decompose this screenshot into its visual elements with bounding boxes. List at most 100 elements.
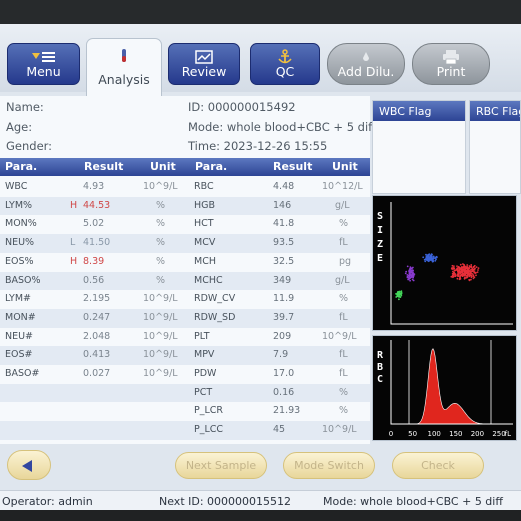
param-result-right: 17.0 [273, 368, 295, 379]
back-button[interactable] [7, 450, 51, 480]
scatter-point [475, 266, 478, 268]
param-unit: % [156, 237, 166, 249]
menu-button[interactable]: Menu [7, 43, 80, 85]
param-name: BASO% [5, 274, 41, 286]
scatter-point [456, 267, 459, 270]
param-unit-right: % [339, 405, 349, 417]
scatter-point [464, 270, 467, 273]
print-button[interactable]: Print [412, 43, 490, 85]
scatter-point [477, 267, 480, 269]
add-dilu-label: Add Dilu. [337, 64, 395, 79]
param-name-right: MPV [194, 349, 215, 361]
param-result-right: 0.16 [273, 386, 295, 398]
param-result-right: 32.5 [273, 255, 295, 267]
scatter-point [456, 269, 458, 271]
wbc-flag-header: WBC Flag [373, 101, 465, 121]
scatter-point [453, 265, 455, 267]
param-name: LYM% [5, 199, 33, 211]
table-row: EOS# 0.413 10^9/L MPV 7.9 fL [0, 346, 370, 365]
abnormal-flag: L [70, 237, 76, 249]
histogram-curve [391, 348, 501, 425]
param-unit-right: 10^9/L [322, 424, 357, 436]
rbc-flag-header: RBC Flag [470, 101, 520, 121]
scatter-point [451, 274, 454, 277]
scatter-point [422, 256, 425, 259]
scatter-point [471, 267, 474, 270]
param-result-right: 4.48 [273, 181, 295, 192]
scatter-point [411, 272, 414, 275]
param-result-right: 11.9 [273, 293, 295, 305]
param-name: MON# [5, 311, 36, 323]
status-bar: Operator: admin Next ID: 000000015512 Mo… [0, 490, 521, 512]
scatter-point [411, 267, 413, 270]
scatter-point [451, 264, 454, 267]
scatter-point [458, 269, 460, 272]
table-row: P_LCR 21.93% [0, 402, 370, 421]
scatter-point [466, 264, 469, 266]
scatter-point [409, 270, 411, 273]
device-bezel-top [0, 0, 521, 24]
menu-icon [8, 49, 79, 65]
scatter-point [463, 266, 466, 268]
scatter-point [463, 277, 466, 280]
print-label: Print [436, 64, 466, 79]
param-unit: 10^9/L [143, 330, 178, 342]
param-name-right: RDW_SD [194, 311, 236, 323]
next-id-text: Next ID: 000000015512 [159, 495, 292, 508]
scatter-point [475, 274, 477, 277]
table-row: MON# 0.247 10^9/L RDW_SD 39.7 fL [0, 308, 370, 328]
check-button[interactable]: Check [392, 452, 484, 479]
scatter-point [470, 264, 473, 266]
scatter-point [469, 269, 472, 271]
scatter-point [395, 296, 398, 298]
scatter-point [398, 291, 401, 294]
table-header: Para. Result Unit Para. Result Unit [0, 158, 370, 176]
param-name-right: PDW [194, 368, 217, 379]
param-unit: 10^9/L [143, 368, 178, 379]
param-name: EOS% [5, 255, 34, 267]
printer-icon [413, 49, 489, 65]
scatter-point [413, 273, 416, 275]
scatter-point [406, 265, 409, 268]
scatter-point [456, 273, 459, 275]
scatter-axes [390, 202, 513, 325]
rbc-axis-label: RBC [377, 350, 384, 385]
param-unit: % [156, 199, 166, 211]
scatter-point [476, 271, 479, 273]
gender-label: Gender: [6, 139, 53, 153]
scatter-point [468, 278, 471, 281]
param-result: 0.56 [83, 274, 105, 286]
param-unit-right: % [339, 218, 349, 230]
param-result: 8.39 [83, 255, 105, 267]
next-sample-button[interactable]: Next Sample [175, 452, 267, 479]
scatter-point [425, 253, 427, 256]
histogram-tick-label: 150 [449, 430, 462, 438]
param-result-right: 146 [273, 199, 292, 211]
review-chart-icon [169, 49, 239, 65]
histogram-canvas: 0 50 100 150 200 250fL [389, 340, 513, 438]
review-button[interactable]: Review [168, 43, 240, 85]
scatter-point [470, 276, 473, 279]
param-name-right: RBC [194, 181, 214, 192]
scatter-point [430, 253, 433, 256]
qc-button[interactable]: QC [250, 43, 320, 85]
scatter-point [470, 278, 472, 281]
mode-switch-button[interactable]: Mode Switch [283, 452, 375, 479]
scatter-canvas [390, 202, 513, 325]
scatter-point [412, 279, 415, 282]
scatter-point [467, 267, 470, 269]
param-unit-right: 10^12/L [322, 181, 363, 192]
scatter-point [404, 272, 407, 275]
header-result: Result [84, 160, 124, 173]
tab-analysis[interactable]: Analysis [86, 38, 162, 98]
table-row: MON% 5.02% HCT 41.8% [0, 215, 370, 234]
param-name: MON% [5, 218, 37, 230]
qc-label: QC [275, 64, 295, 79]
scatter-point [474, 272, 477, 274]
abnormal-flag: H [70, 199, 78, 211]
add-dilu-button[interactable]: Add Dilu. [327, 43, 405, 85]
scatter-point [460, 273, 463, 276]
scatter-point [473, 276, 476, 279]
param-name-right: P_LCC [194, 424, 224, 436]
param-name-right: HCT [194, 218, 214, 230]
